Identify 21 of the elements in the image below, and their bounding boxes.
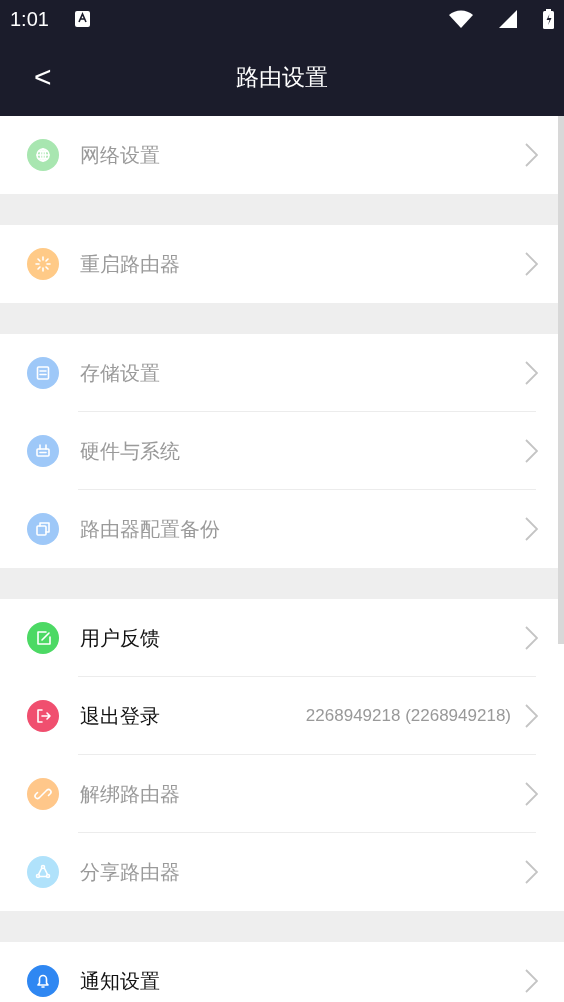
account-value: 2268949218 (2268949218): [305, 705, 511, 728]
chevron-icon: [525, 439, 538, 463]
wifi-icon: [449, 10, 473, 28]
setting-label[interactable]: 通知设置: [80, 966, 160, 996]
chevron-icon: [525, 143, 538, 167]
chevron-icon: [525, 252, 538, 276]
battery-icon: [543, 9, 554, 29]
chevron-icon: [525, 361, 538, 385]
chevron-icon: [525, 517, 538, 541]
chevron-icon: [525, 969, 538, 993]
keyboard-app-icon: [74, 11, 90, 27]
setting-label[interactable]: 用户反馈: [80, 623, 160, 653]
chevron-icon: [525, 860, 538, 884]
status-time: 1:01: [10, 7, 49, 32]
chevron-icon: [525, 626, 538, 650]
chevron-icon: [525, 704, 538, 728]
page-title: 路由设置: [236, 62, 328, 92]
back-button[interactable]: <: [26, 62, 60, 92]
setting-label[interactable]: 退出登录: [80, 701, 160, 731]
signal-icon: [499, 10, 517, 28]
chevron-icon: [525, 782, 538, 806]
